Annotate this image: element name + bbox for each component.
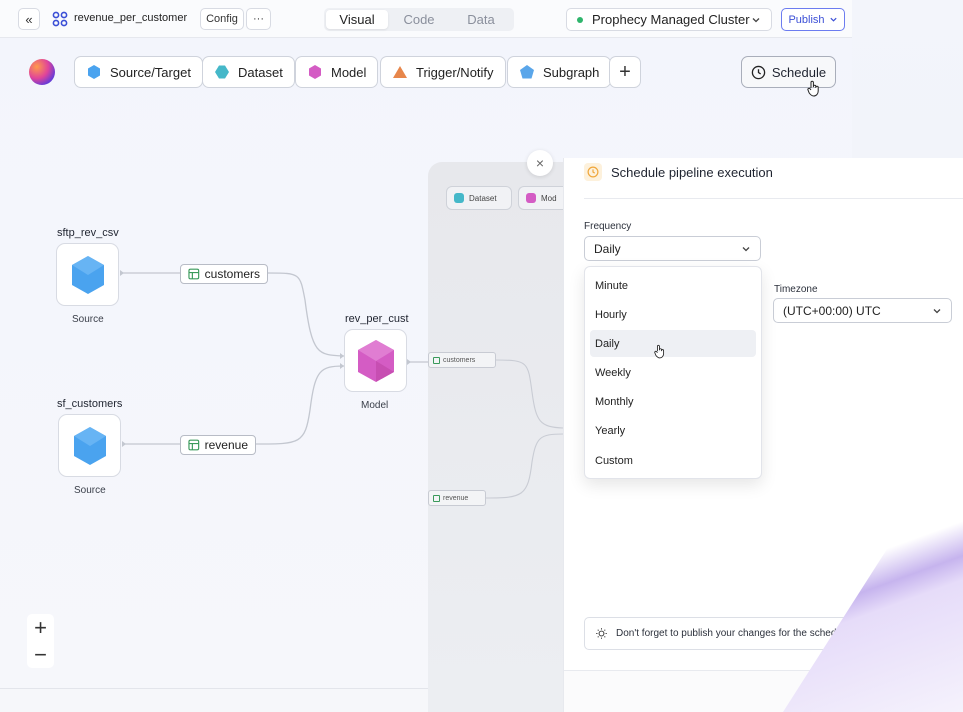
option-custom[interactable]: Custom: [590, 447, 756, 474]
frequency-value: Daily: [594, 241, 621, 256]
option-daily[interactable]: Daily: [590, 330, 756, 357]
publish-tip-text: Don't forget to publish your changes for…: [616, 628, 861, 639]
close-icon: ×: [535, 155, 545, 171]
lightbulb-icon: [596, 628, 607, 639]
canvas-preview-overlay: Dataset Mod customers revenue: [428, 162, 568, 712]
table-icon: [188, 268, 200, 280]
timezone-label: Timezone: [774, 284, 818, 295]
clock-icon: [587, 166, 599, 178]
port-revenue[interactable]: revenue: [180, 435, 256, 455]
zoom-out-button[interactable]: −: [27, 641, 54, 668]
port-label: revenue: [204, 438, 248, 452]
frequency-label: Frequency: [584, 221, 632, 232]
frequency-dropdown: Minute Hourly Daily Weekly Monthly Yearl…: [584, 266, 762, 479]
option-hourly[interactable]: Hourly: [590, 301, 756, 328]
source-icon: [73, 426, 106, 465]
timezone-select[interactable]: (UTC+00:00) UTC: [773, 298, 952, 323]
port-customers[interactable]: customers: [180, 264, 268, 284]
option-monthly[interactable]: Monthly: [590, 388, 756, 415]
zoom-in-button[interactable]: +: [27, 614, 54, 641]
node-type-rev-per-cust: Model: [361, 400, 389, 411]
port-label: customers: [204, 267, 260, 281]
chevron-down-icon: [933, 308, 941, 313]
option-minute[interactable]: Minute: [590, 272, 756, 299]
node-rev-per-cust[interactable]: [344, 329, 407, 392]
node-sftp-rev-csv[interactable]: [56, 243, 119, 306]
panel-divider: [584, 198, 963, 199]
node-title-sf-customers: sf_customers: [57, 398, 123, 410]
node-sf-customers[interactable]: [58, 414, 121, 477]
node-title-rev-per-cust: rev_per_cust: [345, 313, 409, 325]
option-yearly[interactable]: Yearly: [590, 417, 756, 444]
source-icon: [71, 255, 104, 294]
close-panel-button[interactable]: ×: [527, 150, 553, 176]
frequency-select[interactable]: Daily: [584, 236, 761, 261]
clock-icon-badge: [584, 163, 602, 181]
panel-title: Schedule pipeline execution: [611, 165, 773, 180]
node-type-sf-customers: Source: [74, 485, 106, 496]
ghost-edges: [485, 359, 564, 499]
chevron-down-icon: [742, 246, 750, 251]
node-type-sftp-rev-csv: Source: [72, 314, 104, 325]
node-title-sftp-rev-csv: sftp_rev_csv: [57, 227, 119, 239]
table-icon: [188, 439, 200, 451]
model-icon: [357, 339, 394, 382]
option-weekly[interactable]: Weekly: [590, 359, 756, 386]
timezone-value: (UTC+00:00) UTC: [783, 303, 881, 318]
hand-cursor-icon: [654, 344, 665, 359]
